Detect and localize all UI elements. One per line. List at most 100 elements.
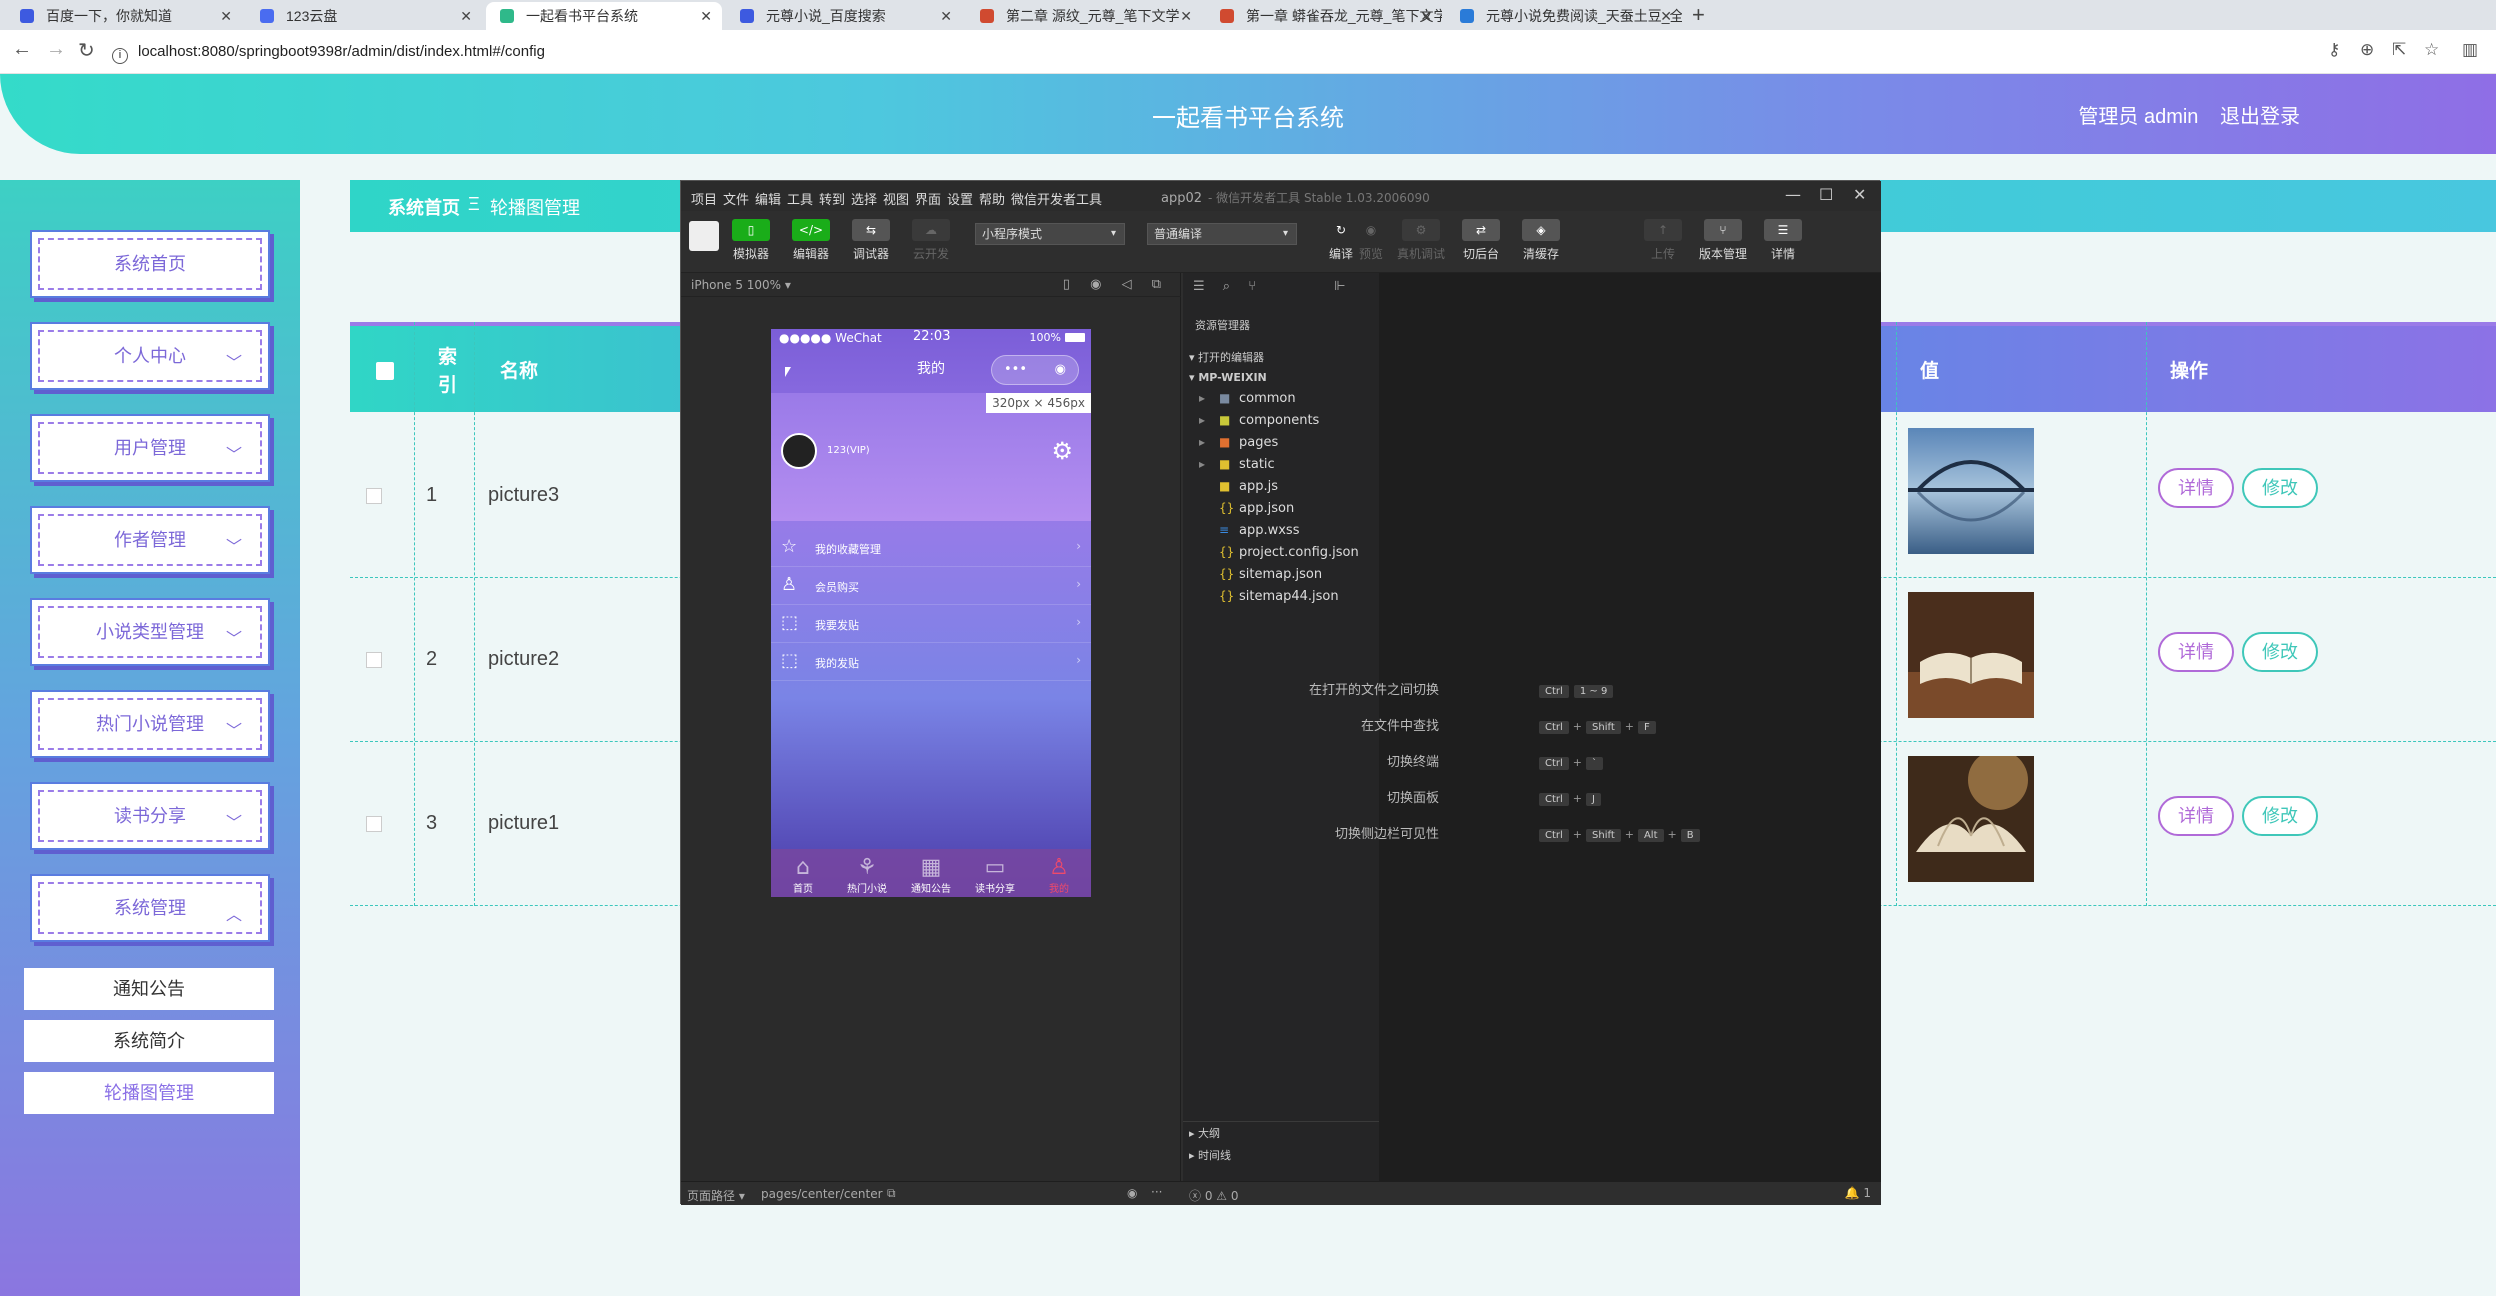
close-tab-icon[interactable]: ✕ xyxy=(1660,2,1672,30)
sidebar-subitem-system-intro[interactable]: 系统简介 xyxy=(24,1020,274,1062)
new-tab-icon[interactable]: + xyxy=(1692,0,1705,30)
compile-select[interactable]: 普通编译 ▾ xyxy=(1147,223,1297,245)
back-icon[interactable]: ← xyxy=(12,38,32,61)
clear-cache-button[interactable]: ◈ 清缓存 xyxy=(1515,219,1567,262)
zoom-icon[interactable]: ⊕ xyxy=(2360,40,2374,60)
close-tab-icon[interactable]: ✕ xyxy=(700,2,712,30)
tree-item-file[interactable]: ≡ app.wxss xyxy=(1219,523,1299,538)
miniprogram-capsule[interactable]: ••• ◉ xyxy=(991,355,1079,385)
tree-item-folder[interactable]: ▸ ■ components xyxy=(1199,413,1319,428)
sidebar-item-hot-novel-management[interactable]: 热门小说管理 ﹀ xyxy=(24,684,274,764)
device-select[interactable]: iPhone 5 100% ▾ xyxy=(691,278,791,292)
popout-icon[interactable]: ⧉ xyxy=(1152,277,1161,292)
row-checkbox[interactable] xyxy=(366,652,382,668)
sidebar-item-home[interactable]: 系统首页 xyxy=(24,224,274,304)
tree-item-file[interactable]: ■ app.js xyxy=(1219,479,1278,494)
developer-avatar[interactable] xyxy=(689,221,719,251)
menu-settings[interactable]: 设置 xyxy=(947,189,973,208)
key-icon[interactable]: ⚷ xyxy=(2328,40,2340,60)
phone-tab-mine[interactable]: ♙ 我的 xyxy=(1027,855,1091,895)
close-window-icon[interactable]: ✕ xyxy=(1853,185,1866,204)
menu-project[interactable]: 项目 xyxy=(691,189,717,208)
minimize-icon[interactable]: — xyxy=(1785,185,1801,204)
menu-file[interactable]: 文件 xyxy=(723,189,749,208)
notification-bell[interactable]: 🔔 1 xyxy=(1845,1186,1871,1200)
menu-view[interactable]: 视图 xyxy=(883,189,909,208)
edit-button[interactable]: 修改 xyxy=(2242,468,2318,508)
menu-select[interactable]: 选择 xyxy=(851,189,877,208)
copy-icon[interactable]: ⧉ xyxy=(887,1186,896,1201)
menu-edit[interactable]: 编辑 xyxy=(755,189,781,208)
list-item[interactable]: ♙ 会员购买 › xyxy=(771,567,1091,605)
volume-icon[interactable]: ◁ xyxy=(1122,277,1132,292)
browser-tab[interactable]: 元尊小说免费阅读_天蚕土豆_全 ✕ xyxy=(1446,2,1682,30)
search-icon[interactable]: ⌕ xyxy=(1223,279,1230,294)
reload-icon[interactable]: ↻ xyxy=(78,38,95,63)
sidebar-item-author-management[interactable]: 作者管理 ﹀ xyxy=(24,500,274,580)
user-avatar[interactable] xyxy=(781,433,817,469)
site-info-icon[interactable]: i xyxy=(112,48,128,64)
source-control-icon[interactable]: ⑂ xyxy=(1248,279,1256,294)
browser-tab[interactable]: 百度一下，你就知道 ✕ xyxy=(6,2,242,30)
share-icon[interactable]: ⇱ xyxy=(2392,40,2406,60)
tree-item-folder[interactable]: ▸ ■ pages xyxy=(1199,435,1278,450)
list-item[interactable]: ⬚ 我要发贴 › xyxy=(771,605,1091,643)
tree-item-file[interactable]: {} app.json xyxy=(1219,501,1294,516)
row-checkbox[interactable] xyxy=(366,488,382,504)
menu-help[interactable]: 帮助 xyxy=(979,189,1005,208)
project-section[interactable]: ▾ MP-WEIXIN xyxy=(1189,371,1267,384)
sidebar-subitem-carousel-management[interactable]: 轮播图管理 xyxy=(24,1072,274,1114)
breadcrumb-home[interactable]: 系统首页 xyxy=(388,194,460,220)
eye-icon[interactable]: ◉ xyxy=(1127,1186,1137,1200)
close-miniprogram-icon[interactable]: ◉ xyxy=(1055,356,1066,384)
settings-gear-icon[interactable]: ⚙ xyxy=(1051,437,1073,465)
phone-tab-notice[interactable]: ▦ 通知公告 xyxy=(899,855,963,895)
list-item[interactable]: ⬚ 我的发贴 › xyxy=(771,643,1091,681)
debug-icon[interactable]: ⊩ xyxy=(1334,279,1345,294)
outline-section[interactable]: ▸ 大纲 xyxy=(1189,1125,1220,1141)
phone-tab-home[interactable]: ⌂ 首页 xyxy=(771,855,835,895)
details-button[interactable]: ☰ 详情 xyxy=(1757,219,1809,262)
tree-item-file[interactable]: {} project.config.json xyxy=(1219,545,1359,560)
sidebar-subitem-notice[interactable]: 通知公告 xyxy=(24,968,274,1010)
browser-tab[interactable]: 元尊小说_百度搜索 ✕ xyxy=(726,2,962,30)
address-bar[interactable]: i localhost:8080/springboot9398r/admin/di… xyxy=(112,38,545,66)
browser-tab[interactable]: 123云盘 ✕ xyxy=(246,2,482,30)
more-icon[interactable]: ··· xyxy=(1151,1185,1162,1199)
open-editors-section[interactable]: ▾ 打开的编辑器 xyxy=(1189,349,1264,365)
record-icon[interactable]: ◉ xyxy=(1090,277,1101,292)
menu-goto[interactable]: 转到 xyxy=(819,189,845,208)
menu-interface[interactable]: 界面 xyxy=(915,189,941,208)
browser-tab[interactable]: 第二章 源纹_元尊_笔下文学 ✕ xyxy=(966,2,1202,30)
cloud-dev-button[interactable]: ☁ 云开发 xyxy=(905,219,957,262)
debugger-button[interactable]: ⇆ 调试器 xyxy=(845,219,897,262)
maximize-icon[interactable]: ☐ xyxy=(1819,185,1833,204)
upload-button[interactable]: ↑ 上传 xyxy=(1637,219,1689,262)
menu-wechat-devtools[interactable]: 微信开发者工具 xyxy=(1011,189,1102,208)
edit-button[interactable]: 修改 xyxy=(2242,796,2318,836)
select-all-checkbox[interactable] xyxy=(376,362,394,380)
tree-item-file[interactable]: {} sitemap.json xyxy=(1219,567,1322,582)
tree-item-folder[interactable]: ▸ ■ common xyxy=(1199,391,1296,406)
logout-link[interactable]: 退出登录 xyxy=(2220,106,2300,128)
close-tab-icon[interactable]: ✕ xyxy=(940,2,952,30)
phone-tab-hot-novels[interactable]: ⚘ 热门小说 xyxy=(835,855,899,895)
remote-debug-button[interactable]: ⚙ 真机调试 xyxy=(1395,219,1447,262)
edit-button[interactable]: 修改 xyxy=(2242,632,2318,672)
detail-button[interactable]: 详情 xyxy=(2158,632,2234,672)
sidebar-item-novel-type-management[interactable]: 小说类型管理 ﹀ xyxy=(24,592,274,672)
tree-item-file[interactable]: {} sitemap44.json xyxy=(1219,589,1339,604)
close-tab-icon[interactable]: ✕ xyxy=(1180,2,1192,30)
close-tab-icon[interactable]: ✕ xyxy=(1420,2,1432,30)
simulator-button[interactable]: ▯ 模拟器 xyxy=(725,219,777,262)
phone-tab-share[interactable]: ▭ 读书分享 xyxy=(963,855,1027,895)
row-checkbox[interactable] xyxy=(366,816,382,832)
sidebar-item-user-management[interactable]: 用户管理 ﹀ xyxy=(24,408,274,488)
bookmark-star-icon[interactable]: ☆ xyxy=(2424,40,2439,60)
problems-counter[interactable]: ⓧ 0 ⚠ 0 xyxy=(1189,1187,1238,1204)
sidebar-item-reading-share[interactable]: 读书分享 ﹀ xyxy=(24,776,274,856)
phone-icon[interactable]: ▯ xyxy=(1063,277,1070,292)
background-button[interactable]: ⇄ 切后台 xyxy=(1455,219,1507,262)
detail-button[interactable]: 详情 xyxy=(2158,468,2234,508)
files-icon[interactable]: ☰ xyxy=(1193,279,1205,294)
